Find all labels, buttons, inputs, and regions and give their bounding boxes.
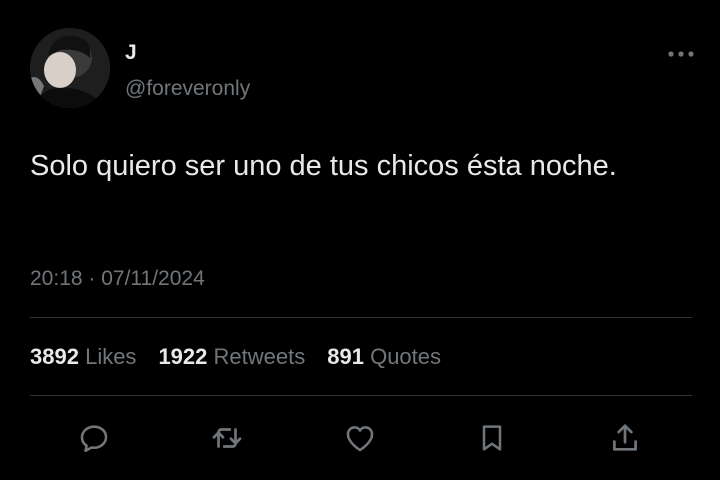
avatar-photo	[30, 28, 110, 108]
display-name[interactable]: J	[125, 40, 137, 66]
reply-button[interactable]	[72, 416, 116, 460]
heart-icon	[346, 426, 374, 452]
retweets-stat[interactable]: 1922 Retweets	[158, 343, 305, 371]
likes-label: Likes	[85, 344, 137, 369]
retweets-label: Retweets	[213, 344, 306, 369]
tweet-stats: 3892 Likes 1922 Retweets 891 Quotes	[30, 343, 463, 371]
like-button[interactable]	[338, 416, 382, 460]
bookmark-icon	[482, 425, 502, 451]
retweet-button[interactable]	[205, 416, 249, 460]
tweet-timestamp[interactable]: 20:18 · 07/11/2024	[30, 265, 205, 293]
share-button[interactable]	[603, 416, 647, 460]
tweet-text: Solo quiero ser uno de tus chicos ésta n…	[30, 150, 617, 182]
action-bar	[0, 416, 720, 460]
avatar[interactable]	[30, 28, 110, 108]
share-icon	[613, 424, 637, 451]
likes-count: 3892	[30, 344, 79, 369]
reply-icon	[80, 425, 108, 453]
more-options-button[interactable]	[664, 44, 698, 64]
divider	[30, 395, 692, 396]
more-icon	[668, 51, 694, 57]
quotes-label: Quotes	[370, 344, 442, 369]
quotes-stat[interactable]: 891 Quotes	[327, 343, 441, 371]
user-handle[interactable]: @foreveronly	[125, 76, 250, 102]
likes-stat[interactable]: 3892 Likes	[30, 343, 136, 371]
retweets-count: 1922	[158, 344, 208, 369]
divider	[30, 317, 692, 318]
bookmark-button[interactable]	[470, 416, 514, 460]
retweet-icon	[212, 428, 242, 448]
quotes-count: 891	[327, 344, 364, 369]
